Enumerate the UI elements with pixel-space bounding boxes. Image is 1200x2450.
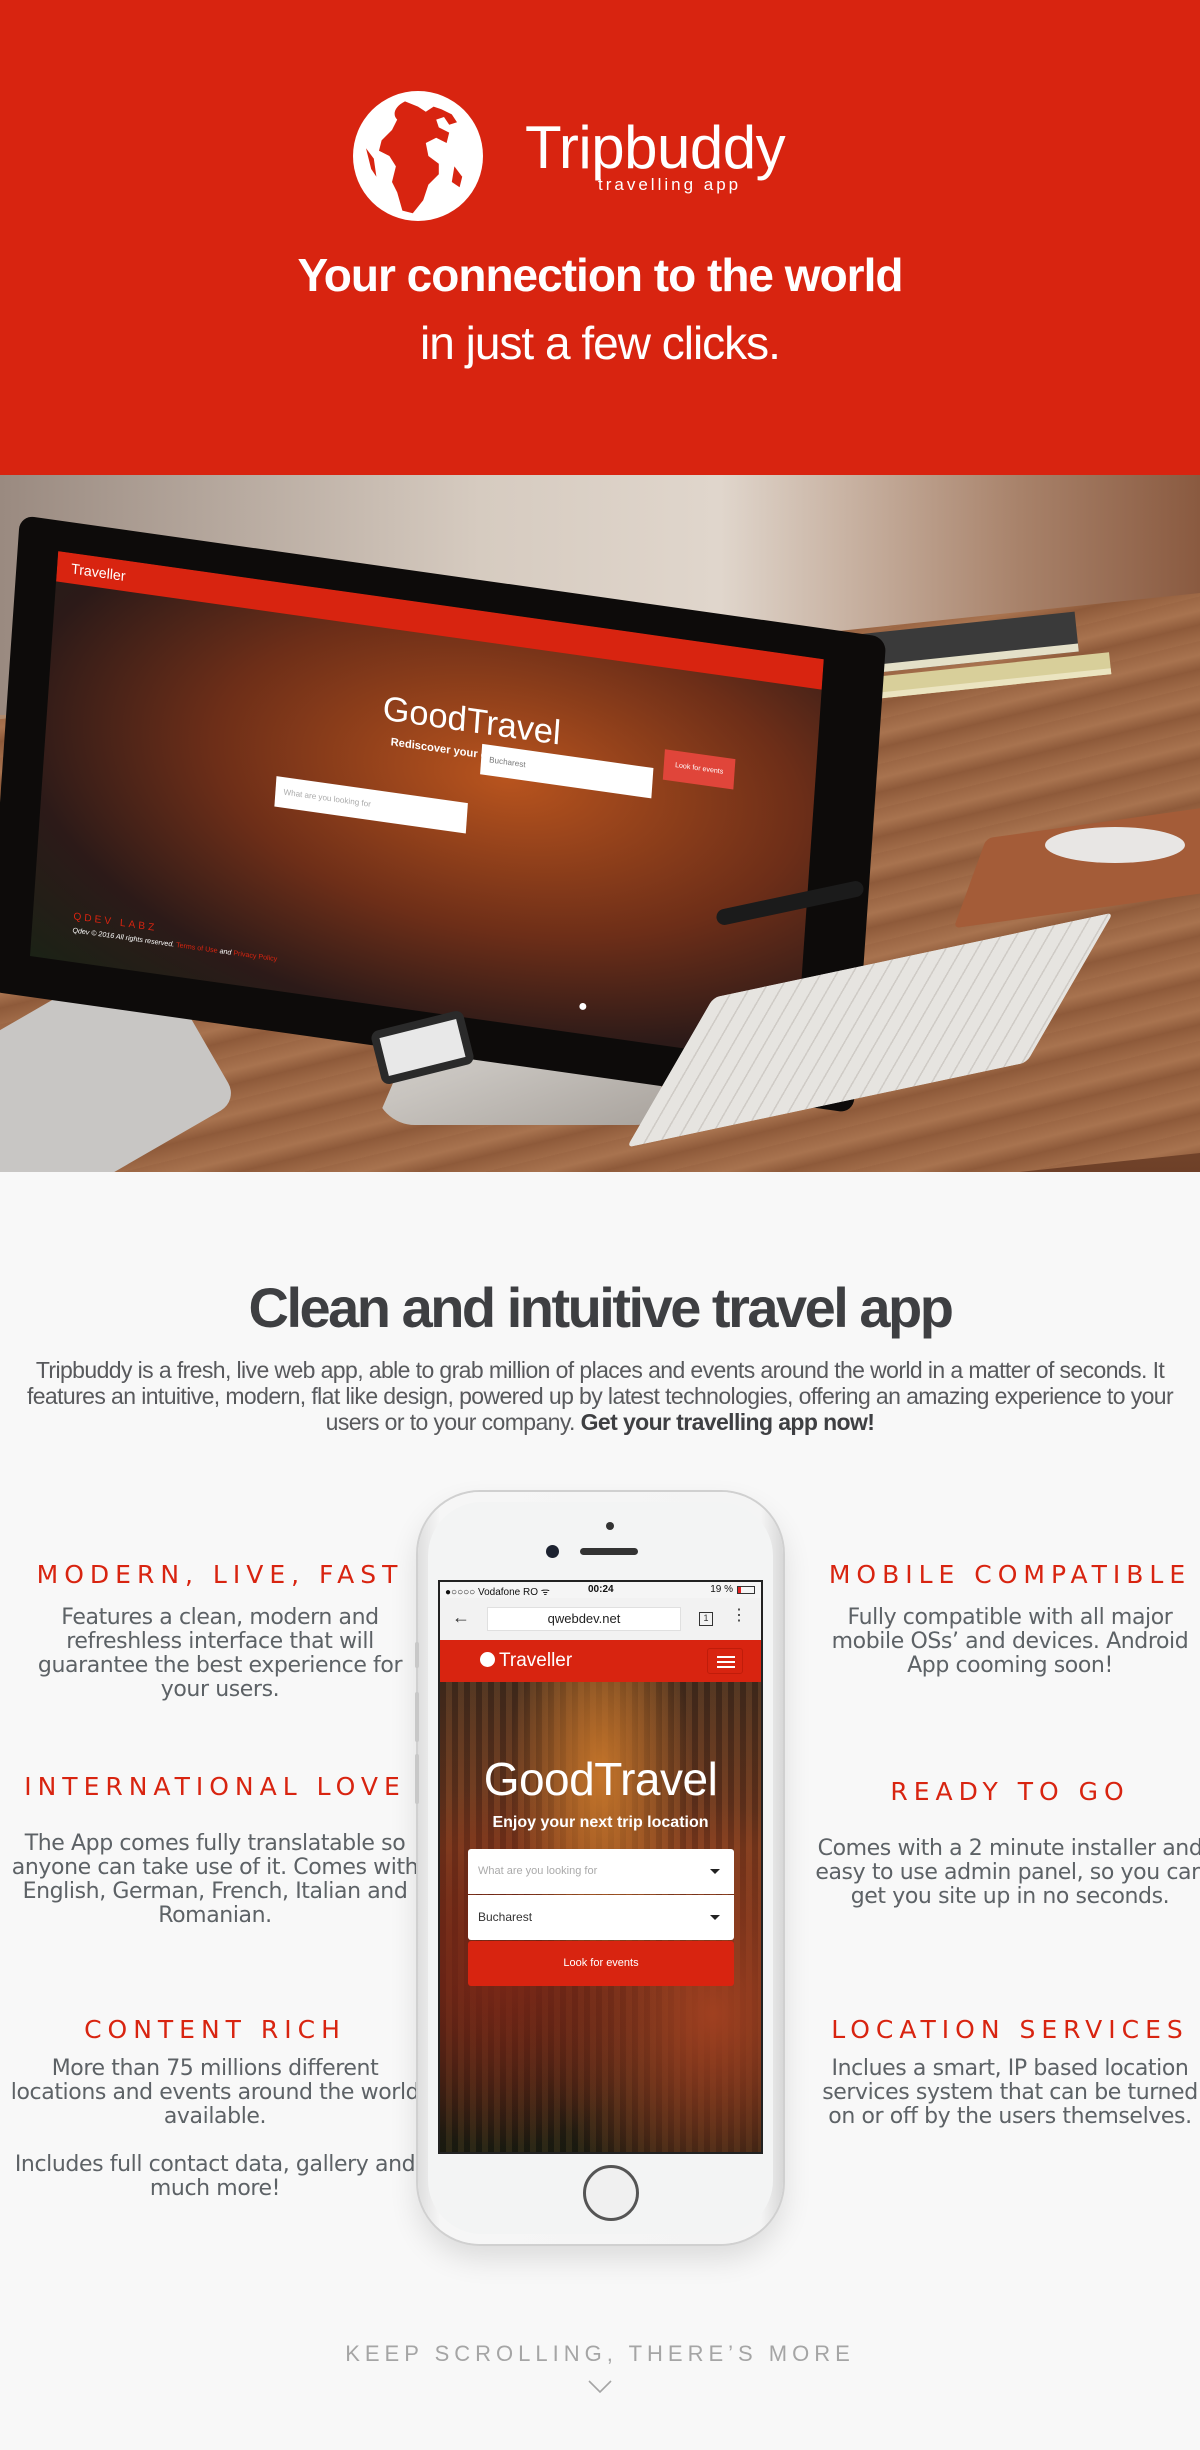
apple-logo-icon: ● [578, 998, 588, 1015]
screen-terms-link: Terms of Use [175, 941, 218, 955]
screen-location-select: Bucharest [480, 743, 654, 799]
mute-switch [415, 1642, 419, 1668]
feature-text: The App comes fully translatable so anyo… [11, 1831, 419, 1928]
screen-and: and [219, 948, 232, 957]
feature-text: Comes with a 2 minute installer and easy… [815, 1836, 1200, 1909]
brand-tagline: travelling app [598, 175, 742, 194]
tabs-button[interactable]: 1 [699, 1612, 713, 1626]
chevron-down-icon[interactable] [588, 2380, 612, 2394]
location-select-value: Bucharest [478, 1910, 533, 1924]
globe-icon [353, 91, 483, 221]
scroll-hint: KEEP SCROLLING, THERE’S MORE [345, 2341, 855, 2366]
hamburger-menu-icon[interactable] [707, 1648, 743, 1674]
mouse [1045, 827, 1185, 863]
volume-down-button [415, 1754, 419, 1804]
search-select-placeholder: What are you looking for [478, 1865, 598, 1877]
search-select[interactable]: What are you looking for [468, 1849, 734, 1894]
feature-international-love: INTERNATIONAL LOVE The App comes fully t… [10, 1772, 420, 1928]
hero-headline-rest: to the world [642, 249, 904, 301]
back-arrow-icon[interactable]: ← [452, 1607, 470, 1628]
more-vert-icon[interactable]: ⋮ [731, 1608, 747, 1624]
battery-icon [737, 1586, 755, 1594]
app-navbar: Traveller [440, 1640, 761, 1682]
hero-banner: Tripbuddy travelling app Your connection… [0, 0, 1200, 475]
front-camera [546, 1545, 559, 1558]
status-bar: ●○○○○ Vodafone RO ᯤ 00:24 19 % [440, 1582, 761, 1598]
home-button [583, 2165, 639, 2221]
app-title: GoodTravel [483, 1753, 718, 1805]
screen-look-button: Look for events [662, 749, 736, 790]
screen-footer: Qdev © 2016 All rights reserved. Terms o… [72, 927, 277, 963]
feature-ready-to-go: READY TO GO Comes with a 2 minute instal… [810, 1777, 1200, 1909]
feature-text: More than 75 millions different location… [10, 2056, 420, 2129]
globe-icon [480, 1652, 495, 1667]
section-description: Tripbuddy is a fresh, live web app, able… [20, 1357, 1180, 1435]
feature-text: Inclues a smart, IP based location servi… [822, 2056, 1198, 2129]
landing-page: Tripbuddy travelling app Your connection… [0, 0, 1200, 2450]
app-name: Traveller [499, 1650, 573, 1671]
feature-title: INTERNATIONAL LOVE [24, 1772, 406, 1801]
location-select[interactable]: Bucharest [468, 1895, 734, 1940]
caret-down-icon [710, 1869, 720, 1874]
screen-privacy-link: Privacy Policy [233, 950, 278, 964]
caret-down-icon [710, 1915, 720, 1920]
app-brand[interactable]: Traveller [480, 1650, 572, 1672]
feature-title: CONTENT RICH [84, 2015, 346, 2044]
volume-up-button [415, 1692, 419, 1742]
feature-text: Features a clean, modern and refreshless… [37, 1605, 403, 1702]
feature-text-extra: Includes full contact data, gallery and … [14, 2152, 416, 2201]
description-cta: Get your travelling app now! [580, 1409, 875, 1435]
earpiece-speaker [580, 1548, 638, 1555]
monitor-screen: Traveller GoodTravel Rediscover your cit… [30, 551, 824, 1065]
screen-search-select: What are you looking for [274, 776, 468, 834]
brand-name: Tripbuddy [525, 114, 786, 181]
browser-toolbar: ← qwebdev.net 1 ⋮ [440, 1598, 761, 1640]
desktop-mockup-photo: Traveller GoodTravel Rediscover your cit… [0, 475, 1200, 1172]
feature-title: MODERN, LIVE, FAST [36, 1560, 404, 1589]
hero-headline: Your connection to the world [0, 250, 1200, 301]
phone-screen: ●○○○○ Vodafone RO ᯤ 00:24 19 % ← qwebdev… [438, 1580, 763, 2154]
section-title: Clean and intuitive travel app [248, 1276, 954, 1339]
battery-percent: 19 % [710, 1584, 733, 1595]
proximity-sensor [606, 1522, 614, 1530]
clock: 00:24 [588, 1584, 614, 1595]
look-for-events-button[interactable]: Look for events [468, 1941, 734, 1986]
address-bar[interactable]: qwebdev.net [487, 1607, 681, 1631]
screen-copyright: Qdev © 2016 All rights reserved. [72, 927, 175, 949]
feature-mobile-compatible: MOBILE COMPATIBLE Fully compatible with … [820, 1560, 1200, 1678]
feature-text: Fully compatible with all major mobile O… [831, 1605, 1189, 1678]
feature-location-services: LOCATION SERVICES Inclues a smart, IP ba… [820, 2015, 1200, 2129]
carrier-label: ●○○○○ Vodafone RO ᯤ [445, 1587, 550, 1598]
feature-title: READY TO GO [890, 1777, 1130, 1806]
feature-title: MOBILE COMPATIBLE [828, 1560, 1192, 1589]
hero-headline-bold: Your connection [297, 249, 643, 301]
feature-modern-live-fast: MODERN, LIVE, FAST Features a clean, mod… [20, 1560, 420, 1702]
hero-headline-line2: in just a few clicks. [420, 317, 781, 369]
app-subtitle: Enjoy your next trip location [492, 1814, 709, 1831]
feature-content-rich: CONTENT RICH More than 75 millions diffe… [10, 2015, 420, 2201]
screen-brand: Traveller [70, 560, 127, 585]
feature-title: LOCATION SERVICES [831, 2015, 1189, 2044]
